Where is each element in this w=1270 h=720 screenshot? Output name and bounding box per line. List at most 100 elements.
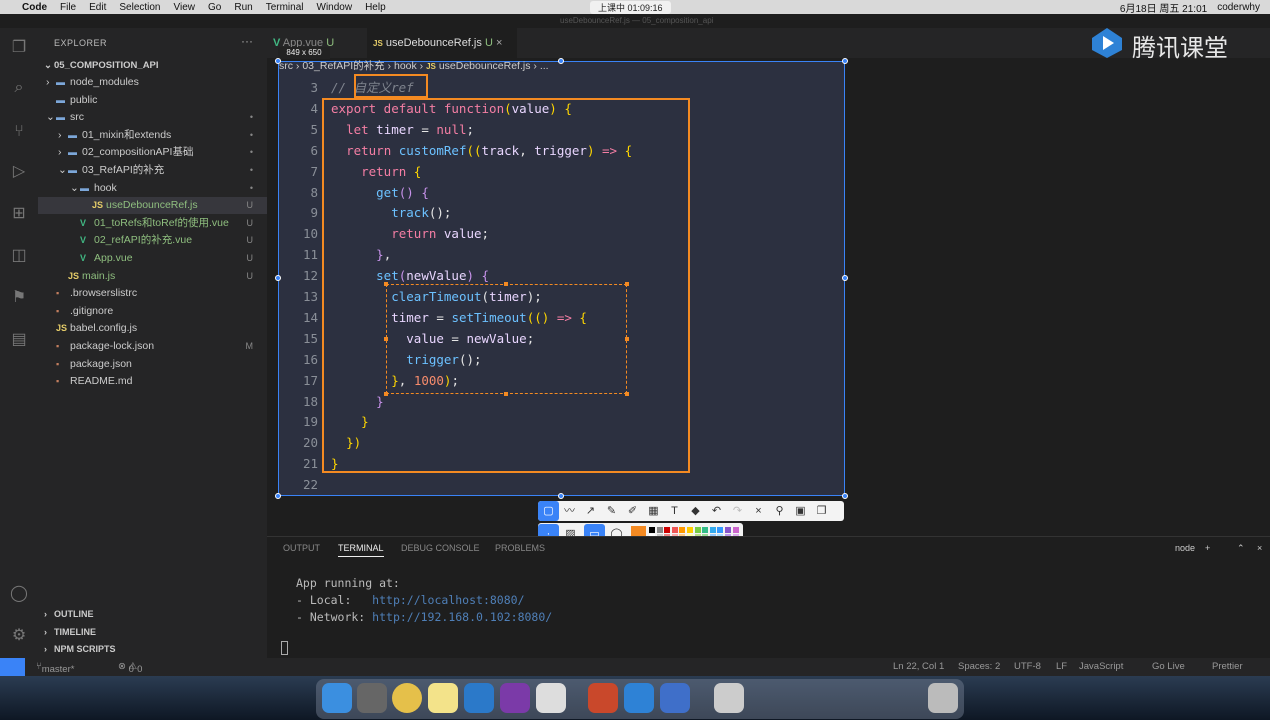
menu-terminal[interactable]: Terminal	[266, 2, 304, 13]
resize-handle[interactable]	[625, 282, 629, 286]
tree-item[interactable]: ▪ package.json	[38, 356, 267, 373]
color-swatch[interactable]	[671, 527, 678, 533]
menu-help[interactable]: Help	[365, 2, 386, 13]
color-swatch[interactable]	[687, 527, 693, 533]
preview-icon[interactable]	[714, 683, 744, 713]
capture-handle[interactable]	[842, 493, 848, 499]
breadcrumb-src[interactable]: src	[279, 60, 293, 72]
pin-icon[interactable]: ⚲	[769, 501, 790, 521]
tree-item[interactable]: › ▬ node_modules	[38, 74, 267, 91]
tree-item[interactable]: ▬ public	[38, 92, 267, 109]
color-swatch[interactable]	[709, 527, 716, 533]
color-swatch[interactable]	[679, 527, 686, 533]
tree-item[interactable]: ▪ README.md	[38, 373, 267, 390]
menu-view[interactable]: View	[174, 2, 196, 13]
tencent-class-icon[interactable]	[624, 683, 654, 713]
tree-item[interactable]: JS babel.config.js	[38, 320, 267, 337]
panel-tab-debug-console[interactable]: DEBUG CONSOLE	[401, 543, 480, 553]
local-url-link[interactable]: http://localhost:8080/	[372, 593, 524, 607]
line-tool-icon[interactable]: 〰	[559, 501, 580, 521]
eol-status[interactable]: LF	[1056, 661, 1067, 672]
color-swatch[interactable]	[732, 527, 739, 533]
color-swatch[interactable]	[664, 527, 671, 533]
tree-item[interactable]: ⌄ ▬ 03_RefAPI的补充 •	[38, 162, 267, 179]
language-status[interactable]: JavaScript	[1079, 661, 1123, 672]
remote-indicator-icon[interactable]	[0, 658, 25, 676]
menu-go[interactable]: Go	[208, 2, 221, 13]
encoding-status[interactable]: UTF-8	[1014, 661, 1041, 672]
arrow-tool-icon[interactable]: ↗	[580, 501, 601, 521]
cancel-icon[interactable]: ×	[748, 501, 769, 521]
color-swatch[interactable]	[694, 527, 701, 533]
resize-handle[interactable]	[384, 337, 388, 341]
copy-icon[interactable]: ❐	[811, 501, 832, 521]
indentation-status[interactable]: Spaces: 2	[958, 661, 1000, 672]
tree-item[interactable]: ⌄ ▬ src •	[38, 109, 267, 126]
launchpad-icon[interactable]	[357, 683, 387, 713]
onenote-icon[interactable]	[500, 683, 530, 713]
tree-item[interactable]: ▪ package-lock.json M	[38, 338, 267, 355]
trash-icon[interactable]	[928, 683, 958, 713]
resize-handle[interactable]	[384, 392, 388, 396]
timeline-section[interactable]: › TIMELINE	[38, 624, 267, 641]
panel-tab-output[interactable]: OUTPUT	[283, 543, 320, 553]
chevron-up-icon[interactable]: ⌃	[1237, 543, 1245, 554]
docker-icon[interactable]: ▤	[9, 330, 29, 350]
network-url-link[interactable]: http://192.168.0.102:8080/	[372, 610, 552, 624]
panel-tab-problems[interactable]: PROBLEMS	[495, 543, 545, 553]
menu-edit[interactable]: Edit	[89, 2, 106, 13]
tree-item[interactable]: V 02_refAPI的补充.vue U	[38, 232, 267, 249]
capture-handle[interactable]	[842, 58, 848, 64]
capture-handle[interactable]	[275, 275, 281, 281]
tree-item[interactable]: JS main.js U	[38, 268, 267, 285]
tree-item[interactable]: ▪ .browserslistrc	[38, 285, 267, 302]
more-actions-icon[interactable]: ···	[241, 34, 253, 48]
powerpoint-icon[interactable]	[588, 683, 618, 713]
source-control-icon[interactable]: ⑂	[9, 122, 29, 142]
resize-handle[interactable]	[625, 337, 629, 341]
terminal-name[interactable]: node	[1175, 543, 1195, 553]
capture-handle[interactable]	[275, 493, 281, 499]
breadcrumb-more[interactable]: ...	[540, 60, 549, 72]
outline-section[interactable]: › OUTLINE	[38, 606, 267, 623]
breadcrumb-file[interactable]: useDebounceRef.js	[439, 60, 531, 72]
color-swatch[interactable]	[725, 527, 731, 533]
settings-gear-icon[interactable]: ⚙	[9, 626, 29, 646]
close-panel-icon[interactable]: ×	[1257, 543, 1262, 553]
resize-handle[interactable]	[504, 392, 508, 396]
marker-tool-icon[interactable]: ✐	[622, 501, 643, 521]
finder-icon[interactable]	[322, 683, 352, 713]
tree-item[interactable]: › ▬ 01_mixin和extends •	[38, 127, 267, 144]
explorer-root[interactable]: ⌄ 05_COMPOSITION_API	[38, 57, 267, 74]
search-icon[interactable]: ⌕	[9, 78, 29, 98]
chrome-icon[interactable]	[392, 683, 422, 713]
cursor-position[interactable]: Ln 22, Col 1	[893, 661, 944, 672]
menu-selection[interactable]: Selection	[119, 2, 160, 13]
text-tool-icon[interactable]: T	[664, 501, 685, 521]
menu-run[interactable]: Run	[234, 2, 252, 13]
capture-handle[interactable]	[558, 493, 564, 499]
tree-item[interactable]: ⌄ ▬ hook •	[38, 180, 267, 197]
resize-handle[interactable]	[384, 282, 388, 286]
extensions-icon[interactable]: ⊞	[9, 204, 29, 224]
mosaic-tool-icon[interactable]: ▦	[643, 501, 664, 521]
panel-tab-terminal[interactable]: TERMINAL	[338, 543, 384, 557]
resize-handle[interactable]	[625, 392, 629, 396]
color-swatch[interactable]	[656, 527, 663, 533]
add-terminal-icon[interactable]: +	[1205, 543, 1210, 553]
tree-item[interactable]: V 01_toRefs和toRef的使用.vue U	[38, 215, 267, 232]
screen-recorder-icon[interactable]	[660, 683, 690, 713]
capture-handle[interactable]	[558, 58, 564, 64]
menu-file[interactable]: File	[60, 2, 76, 13]
vscode-icon[interactable]	[464, 683, 494, 713]
capture-handle[interactable]	[275, 58, 281, 64]
breadcrumb-folder[interactable]: 03_RefAPI的补充	[302, 60, 384, 72]
capture-handle[interactable]	[842, 275, 848, 281]
npm-scripts-section[interactable]: › NPM SCRIPTS	[38, 641, 267, 658]
go-live-button[interactable]: Go Live	[1152, 661, 1185, 672]
tree-item[interactable]: JS useDebounceRef.js U	[38, 197, 267, 215]
eraser-tool-icon[interactable]: ◆	[685, 501, 706, 521]
branch-status[interactable]: ⑂ master*	[36, 661, 74, 675]
color-swatch[interactable]	[717, 527, 724, 533]
close-icon[interactable]: ×	[496, 37, 502, 49]
